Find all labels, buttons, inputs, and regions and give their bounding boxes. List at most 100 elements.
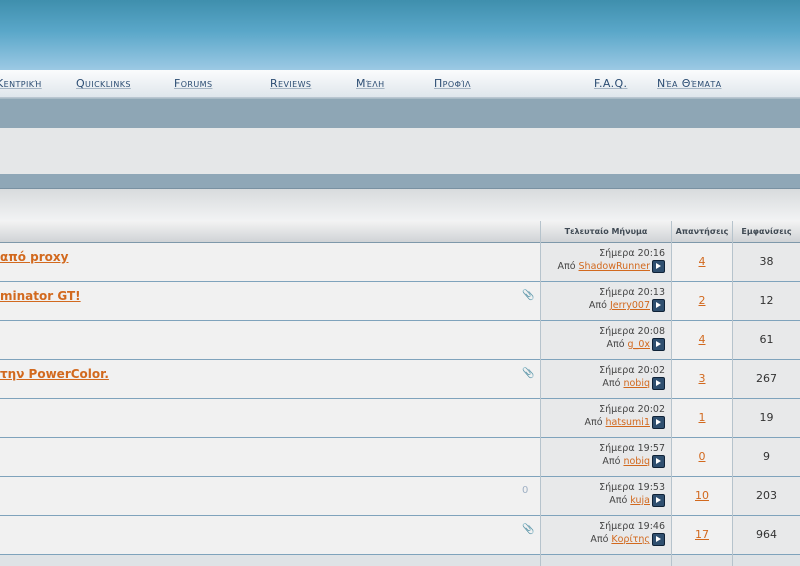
last-post-user-link[interactable]: nobiq: [623, 456, 650, 467]
replies-count-link[interactable]: 2: [672, 294, 732, 307]
content-area: [0, 128, 800, 174]
last-post-cell: Σήμερα 20:16 Από ShadowRunner: [541, 243, 671, 281]
views-cell: 38: [733, 243, 800, 281]
table-row: minator GT! 📎 Σήμερα 20:13 Από Jerry007 …: [0, 282, 800, 321]
thread-title-cell: την PowerColor. 📎: [0, 360, 540, 398]
last-post-author: Από Κορίτης: [590, 533, 665, 546]
last-post-cell: Σήμερα 19:57 Από nobiq: [541, 438, 671, 476]
last-post-cell: Σήμερα 20:08 Από g_0x: [541, 321, 671, 359]
last-post-author: Από nobiq: [602, 377, 665, 390]
last-post-author: Από Jerry007: [589, 299, 665, 312]
views-count: 38: [759, 255, 774, 268]
table-row: από proxy Σήμερα 20:16 Από ShadowRunner …: [0, 243, 800, 282]
last-post-by-label: Από: [602, 456, 621, 467]
views-cell: 964: [733, 516, 800, 554]
views-cell: 61: [733, 321, 800, 359]
replies-count-link[interactable]: 17: [672, 528, 732, 541]
views-count: 267: [756, 372, 777, 385]
content-area-secondary: [0, 189, 800, 221]
nav-members[interactable]: Μέλη: [356, 77, 385, 90]
column-divider: [671, 221, 672, 566]
views-count: 203: [756, 489, 777, 502]
views-count: 61: [759, 333, 774, 346]
thread-title-link[interactable]: minator GT!: [0, 289, 81, 303]
last-post-author: Από ShadowRunner: [557, 260, 665, 273]
nav-bar: Κεντρική Quicklinks Forums Reviews Μέλη …: [0, 70, 800, 98]
replies-count-link[interactable]: 4: [672, 255, 732, 268]
thread-title-cell: [0, 321, 540, 359]
go-to-last-post-icon[interactable]: [652, 455, 665, 468]
last-post-user-link[interactable]: ShadowRunner: [579, 261, 650, 272]
last-post-date: Σήμερα 20:02: [599, 404, 665, 415]
last-post-author: Από hatsumi1: [584, 416, 665, 429]
last-post-user-link[interactable]: hatsumi1: [606, 417, 650, 428]
go-to-last-post-icon[interactable]: [652, 533, 665, 546]
replies-count-link[interactable]: 0: [672, 450, 732, 463]
go-to-last-post-icon[interactable]: [652, 416, 665, 429]
column-divider: [732, 221, 733, 566]
last-post-user-link[interactable]: Κορίτης: [611, 534, 650, 545]
replies-count-link[interactable]: 1: [672, 411, 732, 424]
views-count: 964: [756, 528, 777, 541]
go-to-last-post-icon[interactable]: [652, 338, 665, 351]
nav-quicklinks[interactable]: Quicklinks: [76, 77, 131, 90]
nav-profile[interactable]: Προφίλ: [434, 77, 471, 90]
last-post-by-label: Από: [609, 495, 628, 506]
replies-cell: 17: [672, 516, 732, 554]
go-to-last-post-icon[interactable]: [652, 377, 665, 390]
thread-title-link[interactable]: την PowerColor.: [0, 367, 109, 381]
table-row: Σήμερα 19:57 Από nobiq 0 9: [0, 438, 800, 477]
last-post-cell: Σήμερα 20:02 Από nobiq: [541, 360, 671, 398]
last-post-date: Σήμερα 20:02: [599, 365, 665, 376]
views-cell: 9: [733, 438, 800, 476]
go-to-last-post-icon[interactable]: [652, 494, 665, 507]
go-to-last-post-icon[interactable]: [652, 260, 665, 273]
views-cell: 267: [733, 360, 800, 398]
attachment-icon: 📎: [522, 524, 535, 535]
last-post-date: Σήμερα 20:08: [599, 326, 665, 337]
nav-home[interactable]: Κεντρική: [0, 77, 42, 90]
nav-new-threads[interactable]: Νέα Θέματα: [657, 77, 722, 90]
last-post-cell: Σήμερα 20:02 Από hatsumi1: [541, 399, 671, 437]
views-cell: 203: [733, 477, 800, 515]
nav-faq[interactable]: F.A.Q.: [594, 77, 627, 90]
thread-title-link[interactable]: από proxy: [0, 250, 68, 264]
last-post-by-label: Από: [557, 261, 576, 272]
table-row: Σήμερα 20:02 Από hatsumi1 1 19: [0, 399, 800, 438]
replies-cell: 0: [672, 438, 732, 476]
attachment-icon: 0: [522, 485, 529, 496]
attachment-icon: 📎: [522, 290, 535, 301]
thread-title-cell: [0, 399, 540, 437]
last-post-author: Από kuja: [609, 494, 665, 507]
last-post-date: Σήμερα 20:13: [599, 287, 665, 298]
nav-forums[interactable]: Forums: [174, 77, 212, 90]
views-cell: 12: [733, 282, 800, 320]
replies-count-link[interactable]: 4: [672, 333, 732, 346]
header-views[interactable]: Εμφανίσεις: [733, 221, 800, 242]
attachment-icon: 📎: [522, 368, 535, 379]
last-post-user-link[interactable]: Jerry007: [610, 300, 650, 311]
last-post-user-link[interactable]: nobiq: [623, 378, 650, 389]
views-count: 12: [759, 294, 774, 307]
last-post-author: Από nobiq: [602, 455, 665, 468]
replies-count-link[interactable]: 10: [672, 489, 732, 502]
last-post-user-link[interactable]: g_0x: [628, 339, 650, 350]
nav-reviews[interactable]: Reviews: [270, 77, 311, 90]
views-count: 9: [763, 450, 770, 463]
views-cell: 19: [733, 399, 800, 437]
replies-cell: 1: [672, 399, 732, 437]
replies-cell: 3: [672, 360, 732, 398]
header-last-post[interactable]: Τελευταίο Μήνυμα: [541, 221, 671, 242]
last-post-author: Από g_0x: [607, 338, 665, 351]
table-row: Σήμερα 20:08 Από g_0x 4 61: [0, 321, 800, 360]
replies-count-link[interactable]: 3: [672, 372, 732, 385]
replies-cell: 10: [672, 477, 732, 515]
last-post-by-label: Από: [588, 300, 607, 311]
last-post-date: Σήμερα 19:53: [599, 482, 665, 493]
header-replies[interactable]: Απαντήσεις: [672, 221, 732, 242]
go-to-last-post-icon[interactable]: [652, 299, 665, 312]
site-banner: [0, 0, 800, 70]
last-post-by-label: Από: [602, 378, 621, 389]
last-post-user-link[interactable]: kuja: [630, 495, 650, 506]
replies-cell: 2: [672, 282, 732, 320]
